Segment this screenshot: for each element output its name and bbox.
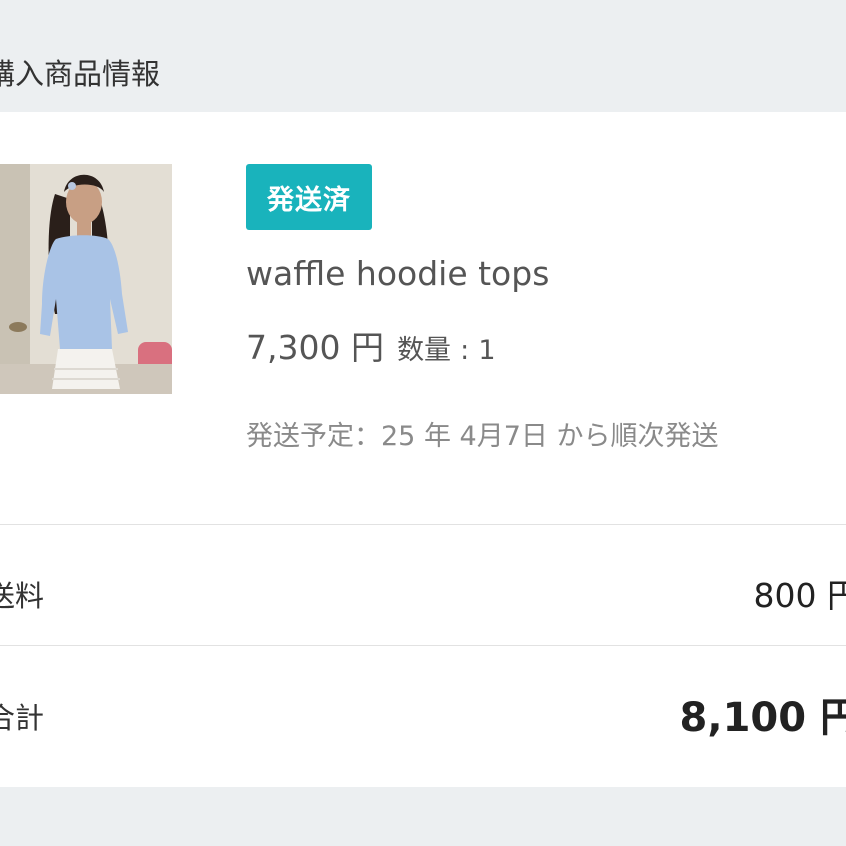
- shipping-schedule-text: 発送予定：25 年 4月7日 から順次発送: [246, 421, 719, 452]
- product-photo: [0, 164, 172, 394]
- total-label: 合計: [0, 701, 45, 735]
- quantity-value: 1: [478, 335, 496, 366]
- product-price: 7,300 円: [246, 328, 384, 367]
- quantity-separator: :: [460, 335, 470, 366]
- section-header: 購入商品情報: [0, 0, 846, 112]
- total-value: 8,100 円: [679, 695, 846, 741]
- shipped-status-badge: 発送済: [246, 164, 372, 230]
- product-name-link[interactable]: waffle hoodie tops: [246, 252, 549, 296]
- shipping-fee-label: 送料: [0, 579, 45, 613]
- product-thumbnail[interactable]: [0, 164, 172, 394]
- divider: [0, 645, 846, 646]
- shipping-fee-value: 800 円: [753, 576, 846, 615]
- price-quantity-row: 7,300 円 数量 : 1: [246, 326, 496, 376]
- divider: [0, 524, 846, 525]
- quantity-label: 数量: [397, 335, 452, 366]
- section-title: 購入商品情報: [0, 57, 161, 91]
- order-item-card: 発送済 waffle hoodie tops 7,300 円 数量 : 1 発送…: [0, 112, 846, 787]
